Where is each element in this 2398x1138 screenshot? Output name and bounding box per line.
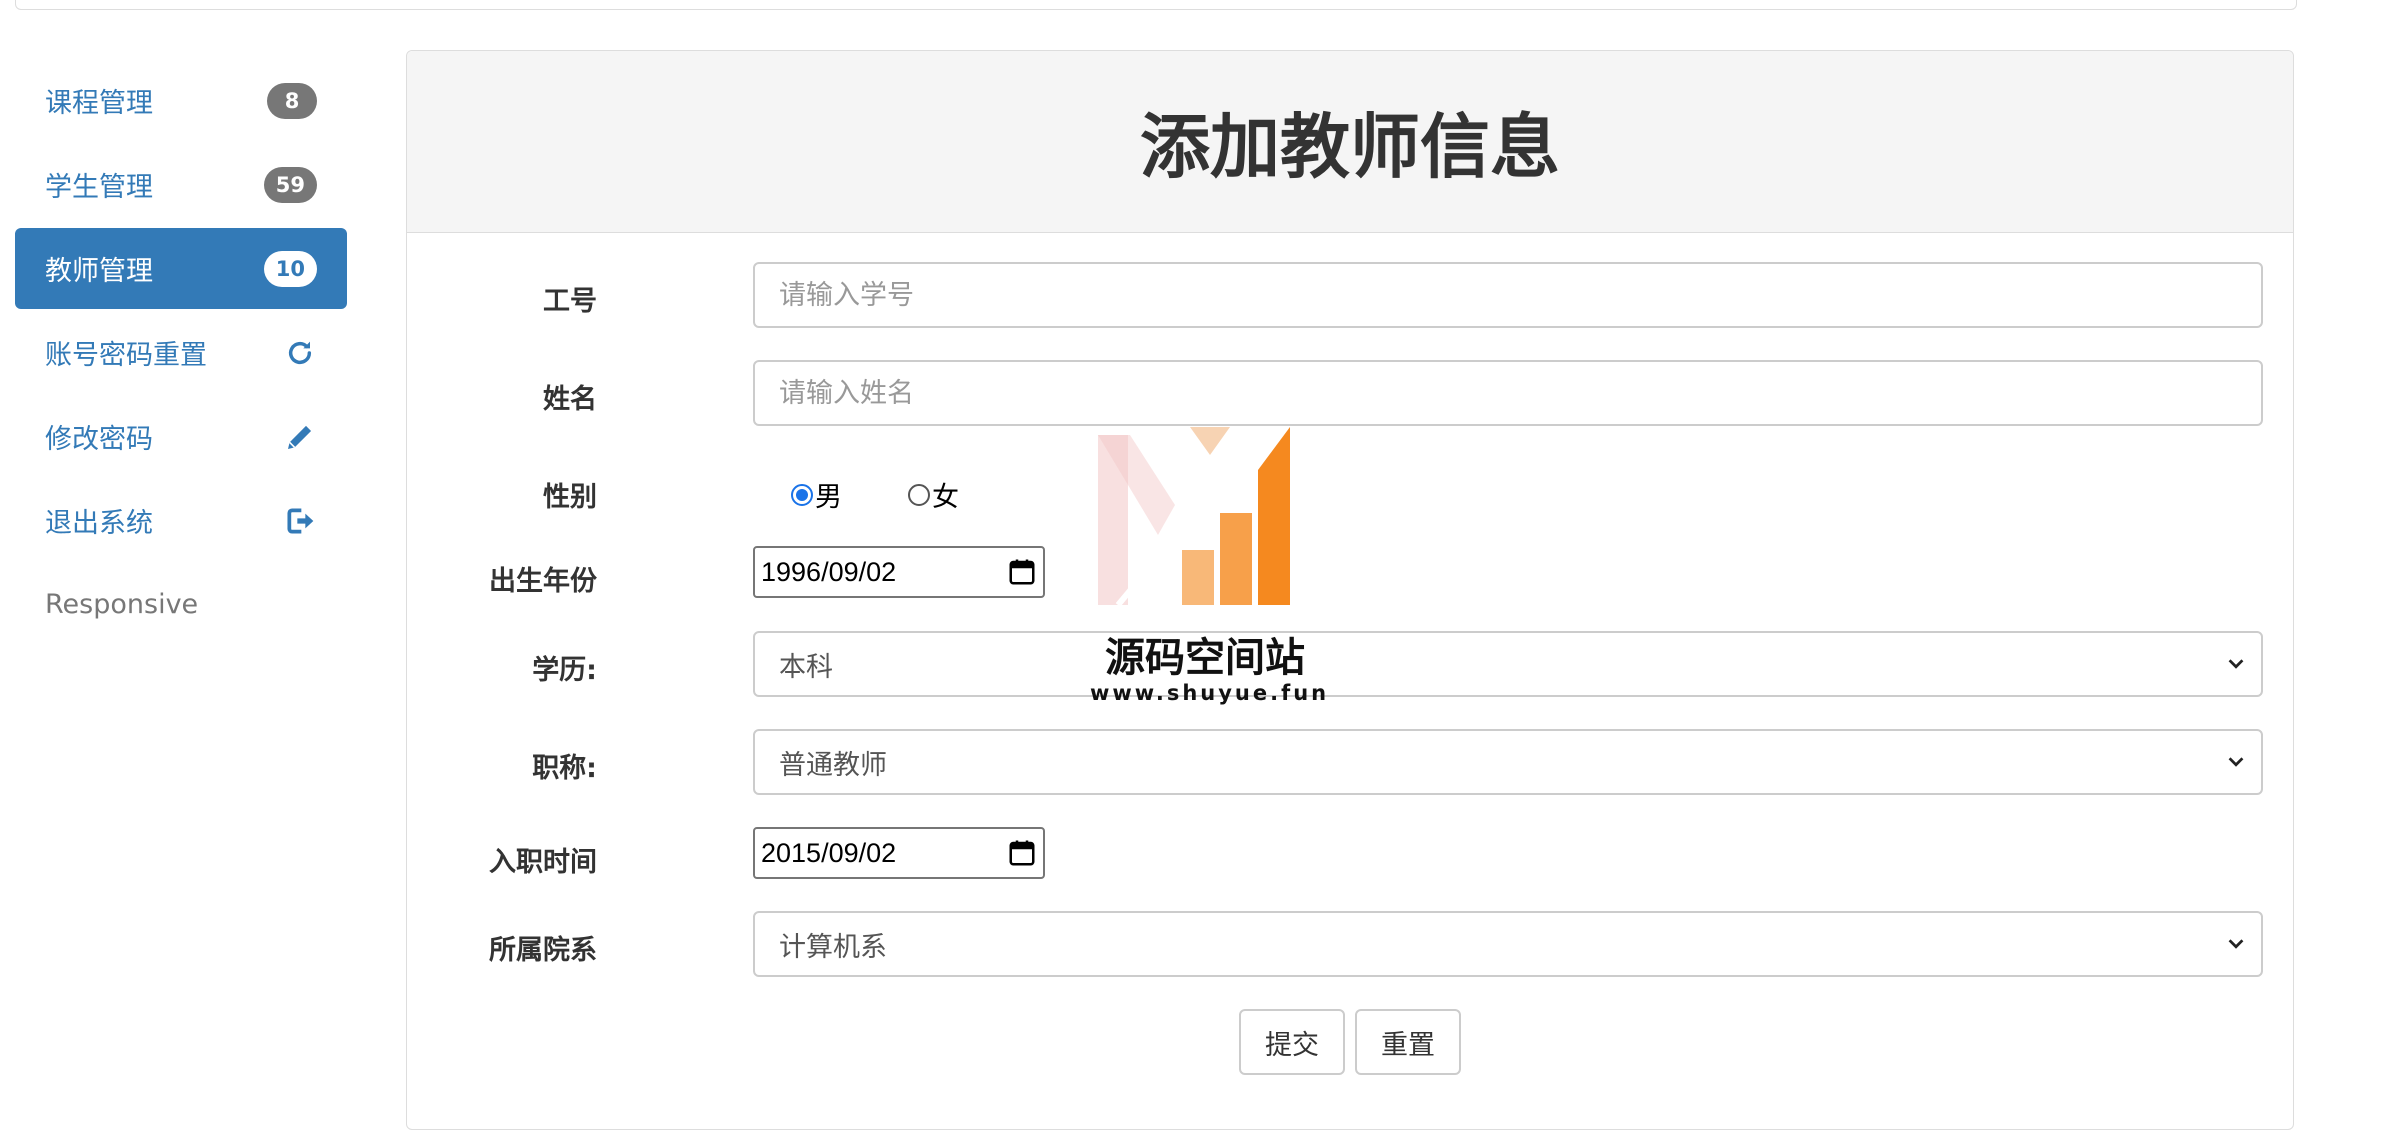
page-title: 添加教师信息	[1140, 106, 1560, 188]
hire-label: 入职时间	[489, 847, 597, 878]
birth-date-input[interactable]: 1996/09/02	[753, 546, 1045, 598]
teacher-id-input[interactable]	[753, 262, 2263, 328]
refresh-icon	[283, 336, 317, 370]
sidebar-item-label: Responsive	[45, 589, 199, 620]
gender-radio-group: 男 女	[791, 475, 1025, 514]
sidebar-item-label: 课程管理	[45, 88, 153, 119]
department-select[interactable]: 计算机系	[753, 911, 2263, 977]
panel-heading: 添加教师信息	[407, 51, 2293, 233]
teacher-name-input[interactable]	[753, 360, 2263, 426]
sidebar-item-reset-password[interactable]: 账号密码重置	[15, 312, 347, 393]
calendar-icon[interactable]	[1007, 557, 1037, 587]
id-label: 工号	[543, 286, 597, 317]
count-badge: 10	[263, 250, 317, 287]
education-select[interactable]: 本科	[753, 631, 2263, 697]
chevron-down-icon	[2228, 939, 2244, 949]
sidebar-item-logout[interactable]: 退出系统	[15, 480, 347, 561]
count-badge: 59	[263, 166, 317, 203]
title-select[interactable]: 普通教师	[753, 729, 2263, 795]
chevron-down-icon	[2228, 659, 2244, 669]
date-value: 1996/09/02	[761, 556, 897, 587]
select-value: 本科	[779, 651, 833, 683]
sidebar-item-label: 修改密码	[45, 424, 153, 455]
count-badge: 8	[267, 82, 317, 119]
education-label: 学历:	[532, 655, 597, 686]
sidebar-item-label: 学生管理	[45, 172, 153, 203]
title-label: 职称:	[532, 753, 597, 784]
sidebar-item-label: 退出系统	[45, 508, 153, 539]
birth-label: 出生年份	[489, 566, 597, 597]
date-value: 2015/09/02	[761, 837, 897, 868]
radio-label: 女	[932, 482, 959, 513]
radio-unchecked-icon[interactable]	[908, 483, 930, 506]
pencil-icon	[283, 420, 317, 454]
sidebar-item-students[interactable]: 学生管理 59	[15, 144, 347, 225]
reset-button[interactable]: 重置	[1355, 1009, 1461, 1075]
sidebar-item-courses[interactable]: 课程管理 8	[15, 60, 347, 141]
gender-radio-female[interactable]: 女	[908, 475, 959, 514]
submit-button[interactable]: 提交	[1239, 1009, 1345, 1075]
calendar-icon[interactable]	[1007, 838, 1037, 868]
select-value: 普通教师	[779, 749, 887, 781]
sidebar-item-change-password[interactable]: 修改密码	[15, 396, 347, 477]
form-panel: 添加教师信息 工号 姓名 性别 男 女 出生年份 1996/09/02	[406, 50, 2294, 1130]
sidebar-item-label: 教师管理	[45, 256, 153, 287]
gender-radio-male[interactable]: 男	[791, 475, 842, 514]
radio-checked-icon[interactable]	[791, 483, 813, 506]
sidebar-item-teachers[interactable]: 教师管理 10	[15, 228, 347, 309]
chevron-down-icon	[2228, 757, 2244, 767]
select-value: 计算机系	[779, 931, 887, 963]
sidebar-item-label: 账号密码重置	[45, 340, 207, 371]
sidebar: 课程管理 8 学生管理 59 教师管理 10 账号密码重置 修改密码 退出系统 …	[15, 60, 347, 648]
gender-label: 性别	[543, 482, 597, 513]
top-navbar	[15, 0, 2297, 10]
name-label: 姓名	[543, 384, 597, 415]
hire-date-input[interactable]: 2015/09/02	[753, 827, 1045, 879]
logout-icon	[283, 504, 317, 538]
sidebar-item-responsive[interactable]: Responsive	[15, 564, 347, 645]
radio-label: 男	[815, 482, 842, 513]
department-label: 所属院系	[489, 935, 597, 966]
